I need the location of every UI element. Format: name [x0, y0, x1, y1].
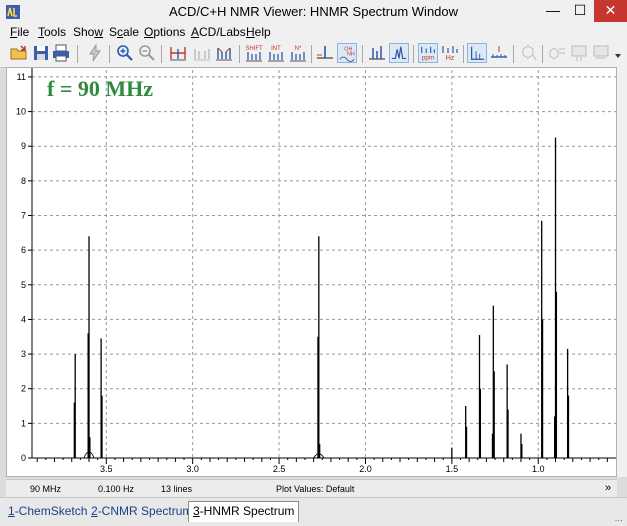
hz-label: Hz: [446, 55, 455, 62]
status-plot-values: Plot Values: Default: [276, 484, 355, 494]
zoom-out-icon[interactable]: [137, 43, 157, 63]
minimize-button[interactable]: —: [539, 0, 567, 22]
maximize-button[interactable]: ☐: [567, 0, 593, 22]
coupling-icon[interactable]: [214, 43, 234, 63]
export-icon[interactable]: [569, 43, 589, 63]
y-tick-label: 8: [21, 176, 26, 186]
open-icon[interactable]: [9, 43, 29, 63]
x-tick-label: 2.0: [359, 464, 372, 474]
y-tick-label: 10: [16, 107, 26, 117]
save-icon[interactable]: [31, 43, 51, 63]
lightning-icon[interactable]: [85, 43, 105, 63]
title-bar: ACD/C+H NMR Viewer: HNMR Spectrum Window…: [0, 0, 627, 25]
x-tick-label: 2.5: [273, 464, 286, 474]
baseline-icon[interactable]: [315, 43, 335, 63]
menu-show[interactable]: Show: [73, 25, 103, 39]
ppm-label: ppm: [422, 54, 434, 61]
spectrum-plot[interactable]: 0 1 2 3 4 5 6 7 8 9 10 11 3.5 3.0 2.5 2.0 1.5 1.0 f = 90 M…: [6, 67, 617, 477]
tab-hnmr-spectrum[interactable]: 3-HNMR Spectrum: [188, 501, 300, 522]
y-tick-label: 4: [21, 314, 26, 324]
x-tick-label: 3.5: [100, 464, 113, 474]
tab-cnmr-spectrum[interactable]: 2-CNMR Spectrum: [91, 504, 192, 518]
hz-scale-icon[interactable]: Hz: [440, 43, 460, 63]
toolbar: SHIFT INT N* OH NH ppm Hz: [0, 41, 627, 68]
zoom-in-icon[interactable]: [115, 43, 135, 63]
ppm-scale-icon[interactable]: ppm: [418, 43, 438, 63]
tab-chemsketch[interactable]: 1-ChemSketch: [8, 504, 87, 518]
scale-ruler-icon[interactable]: [489, 43, 509, 63]
status-lines: 13 lines: [161, 484, 193, 494]
menu-scale[interactable]: Scale: [109, 25, 139, 39]
y-tick-label: 0: [21, 453, 26, 463]
x-tick-label: 1.0: [532, 464, 545, 474]
x-tick-label: 1.5: [446, 464, 459, 474]
menu-bar: File Tools Show Scale Options ACD/Labs H…: [0, 24, 627, 41]
y-tick-label: 5: [21, 280, 26, 290]
stick-spectrum-icon[interactable]: [367, 43, 387, 63]
y-tick-label: 9: [21, 141, 26, 151]
shift-icon[interactable]: SHIFT: [244, 43, 264, 63]
status-expand-button[interactable]: »: [605, 482, 611, 494]
vertical-scrollbar[interactable]: [617, 67, 627, 477]
print-icon[interactable]: [51, 43, 71, 63]
y-tick-label: 3: [21, 349, 26, 359]
status-resolution: 0.100 Hz: [98, 484, 135, 494]
window-title: ACD/C+H NMR Viewer: HNMR Spectrum Window: [168, 4, 459, 19]
resize-grip[interactable]: ...: [615, 513, 623, 524]
int-label: INT: [271, 46, 281, 52]
nstar-label: N*: [295, 46, 302, 52]
peak-pick-icon[interactable]: [168, 43, 188, 63]
x-tick-label: 3.0: [186, 464, 199, 474]
multiplet-icon[interactable]: [192, 43, 212, 63]
menu-options[interactable]: Options: [144, 25, 185, 39]
status-frequency: 90 MHz: [30, 484, 62, 494]
integral-icon[interactable]: INT: [266, 43, 286, 63]
toolbar-overflow-icon[interactable]: [613, 51, 623, 61]
menu-help[interactable]: Help: [246, 25, 271, 39]
menu-acdlabs[interactable]: ACD/Labs: [191, 25, 246, 39]
shift-label: SHIFT: [245, 46, 263, 52]
lineshape-spectrum-icon[interactable]: [389, 43, 409, 63]
assign-icon[interactable]: [547, 43, 567, 63]
print-preview-icon[interactable]: [591, 43, 611, 63]
nucleus-count-icon[interactable]: N*: [288, 43, 308, 63]
spectrum-chart[interactable]: 0 1 2 3 4 5 6 7 8 9 10 11 3.5 3.0 2.5 2.0 1.5 1.0 f = 90 M…: [7, 68, 616, 476]
y-tick-label: 1: [21, 418, 26, 428]
close-button[interactable]: ✕: [594, 0, 627, 22]
window-tab-bar: 1-ChemSketch 2-CNMR Spectrum 3-HNMR Spec…: [0, 497, 627, 526]
y-tick-label: 6: [21, 245, 26, 255]
nh-label: NH: [347, 52, 355, 58]
y-tick-label: 7: [21, 211, 26, 221]
exchangeable-protons-icon[interactable]: OH NH: [337, 43, 357, 63]
frequency-label: f = 90 MHz: [47, 76, 153, 101]
menu-file[interactable]: File: [10, 25, 29, 39]
menu-tools[interactable]: Tools: [38, 25, 66, 39]
structure-icon[interactable]: [518, 43, 538, 63]
y-tick-label: 11: [17, 72, 26, 82]
axis-icon[interactable]: [467, 43, 487, 63]
status-bar: 90 MHz 0.100 Hz 13 lines Plot Values: De…: [6, 479, 617, 497]
y-tick-label: 2: [21, 384, 26, 394]
